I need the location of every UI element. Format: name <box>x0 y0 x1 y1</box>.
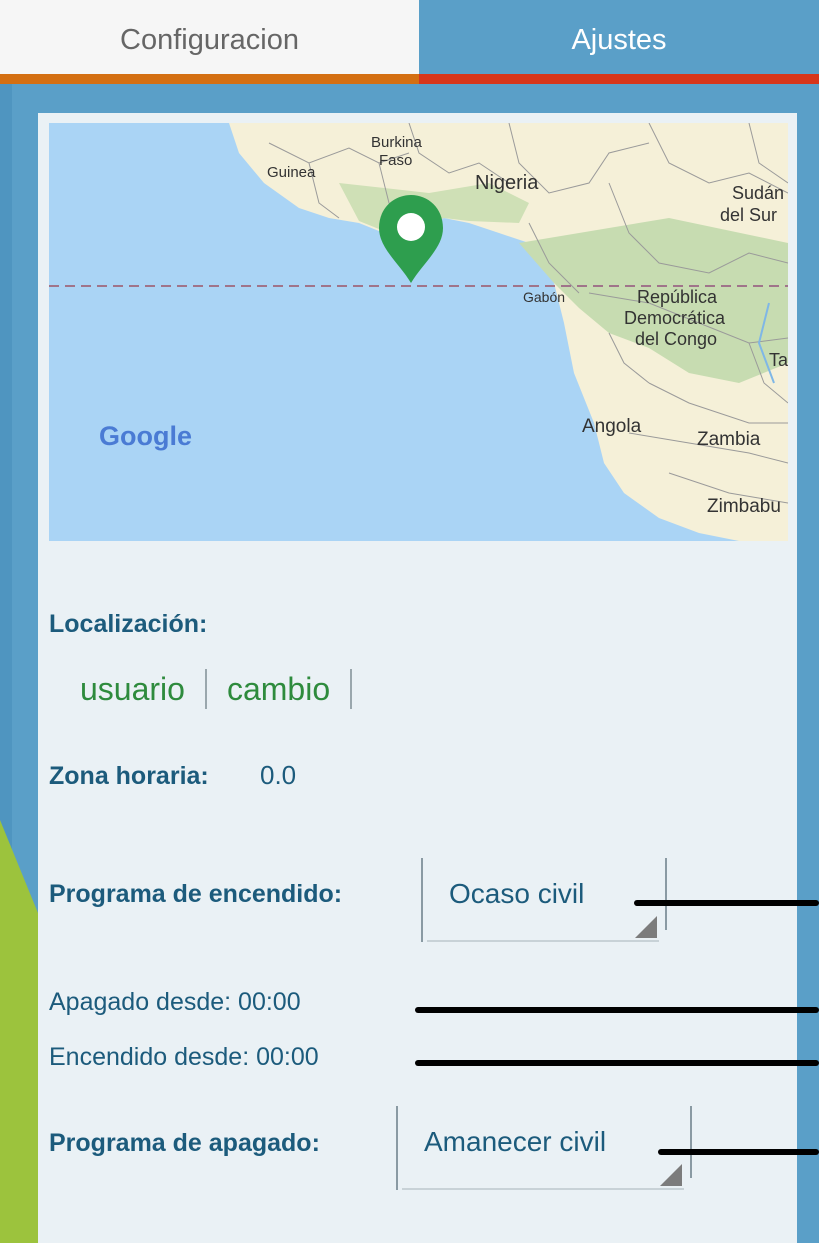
location-change-link[interactable]: cambio <box>227 671 350 708</box>
dropdown-arrow-icon <box>635 916 657 938</box>
map-label-nigeria: Nigeria <box>475 172 539 194</box>
decorative-green-shape <box>0 820 38 1243</box>
map-label-zimbabwe: Zimbabu <box>707 496 781 517</box>
map-label-burkina: Burkina <box>371 134 423 151</box>
map-label-rdc-3: del Congo <box>635 329 717 349</box>
on-since-text: Encendido desde: 00:00 <box>49 1043 319 1071</box>
tab-ajustes-label: Ajustes <box>571 23 667 56</box>
map-label-guinea: Guinea <box>267 164 316 181</box>
map-label-rdc-2: Democrática <box>624 308 726 328</box>
link-separator <box>204 669 207 709</box>
tab-configuracion-label: Configuracion <box>120 23 299 56</box>
location-label: Localización: <box>49 610 208 638</box>
map-label-sudan-2: del Sur <box>720 205 777 225</box>
map-label-zambia: Zambia <box>697 429 761 450</box>
map-label-angola: Angola <box>582 416 642 437</box>
tab-ajustes[interactable]: Ajustes <box>419 0 819 84</box>
location-user-link[interactable]: usuario <box>80 671 205 708</box>
annotation-line <box>415 1060 819 1066</box>
on-schedule-selected: Ocaso civil <box>449 878 585 909</box>
off-schedule-selected: Amanecer civil <box>424 1126 607 1157</box>
on-schedule-dropdown[interactable]: Ocaso civil <box>421 858 667 942</box>
off-since-text: Apagado desde: 00:00 <box>49 988 301 1016</box>
annotation-line <box>658 1149 819 1155</box>
dropdown-arrow-icon <box>660 1164 682 1186</box>
on-schedule-label: Programa de encendido: <box>49 880 343 908</box>
map-label-faso: Faso <box>379 152 412 169</box>
location-links: usuario cambio <box>80 666 372 712</box>
annotation-line <box>415 1007 819 1013</box>
off-schedule-dropdown[interactable]: Amanecer civil <box>396 1106 692 1190</box>
tab-bar: Configuracion Ajustes <box>0 0 819 84</box>
link-separator <box>350 669 353 709</box>
timezone-label: Zona horaria: <box>49 762 209 790</box>
timezone-value: 0.0 <box>260 760 297 790</box>
google-logo: Google <box>99 421 192 451</box>
map-label-rdc-1: República <box>637 287 718 307</box>
tab-configuracion[interactable]: Configuracion <box>0 0 419 84</box>
map-label-ta: Ta <box>769 350 788 370</box>
annotation-line <box>634 900 819 906</box>
map-label-gabon: Gabón <box>523 289 565 305</box>
map-canvas[interactable]: Burkina Faso Guinea Nigeria Sudán del Su… <box>49 123 788 541</box>
off-schedule-label: Programa de apagado: <box>49 1129 320 1157</box>
location-map[interactable]: Burkina Faso Guinea Nigeria Sudán del Su… <box>49 123 788 541</box>
map-label-sudan-1: Sudán <box>732 183 784 203</box>
